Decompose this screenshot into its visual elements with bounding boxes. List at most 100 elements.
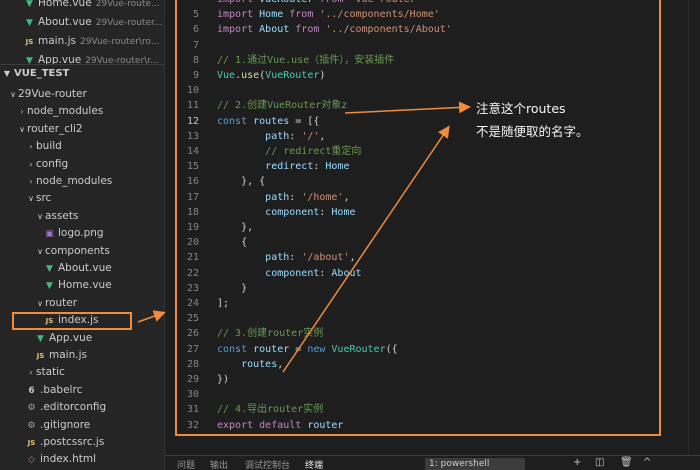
tree-item-label: main.js <box>49 349 87 361</box>
annotation-text-1: 注意这个routes <box>476 101 566 116</box>
tree-item[interactable]: ∨ 29Vue-router <box>0 86 165 103</box>
code-line: 5 import Home from '../components/Home' <box>165 7 655 22</box>
line-number: 12 <box>186 115 199 127</box>
tree-item[interactable]: › node_modules <box>0 103 165 120</box>
line-number: 22 <box>186 267 199 279</box>
explorer-section-header[interactable]: ▼ VUE_TEST <box>0 64 165 82</box>
tree-item[interactable]: JS .postcssrc.js <box>0 434 165 451</box>
line-number: 26 <box>186 328 199 340</box>
js-file-icon: JS <box>25 38 34 46</box>
chevron-up-icon[interactable]: ^ <box>643 457 651 468</box>
terminal-select[interactable]: 1: powershell <box>425 458 525 470</box>
chevron-right-icon: › <box>29 159 33 169</box>
tree-item-label: node_modules <box>27 105 104 118</box>
tree-item[interactable]: JS main.js <box>0 347 165 364</box>
open-editor-item[interactable]: JS main.js 29Vue-router\ro... <box>0 33 165 50</box>
code-line: 8// 1.通过Vue.use（插件），安装插件 <box>165 53 655 68</box>
code-line: 30 <box>165 387 655 402</box>
code-line: import VueRouter from 'vue-router' <box>165 0 655 7</box>
editor-scrollbar[interactable] <box>688 0 700 455</box>
line-number: 11 <box>186 100 199 112</box>
split-icon[interactable]: ◫ <box>595 457 604 468</box>
tree-item-label: .editorconfig <box>40 401 107 414</box>
code-line: 29}) <box>165 372 655 387</box>
line-number: 13 <box>186 130 199 142</box>
tree-item[interactable]: › node_modules <box>0 173 165 190</box>
tree-item[interactable]: ▼ About.vue <box>0 260 165 277</box>
tab-terminal[interactable]: 终端 <box>305 458 323 470</box>
code-line: 20 { <box>165 235 655 250</box>
tree-item[interactable]: ▣ logo.png <box>0 225 165 242</box>
html-file-icon: ◇ <box>28 455 35 466</box>
tree-item-label: src <box>36 192 52 205</box>
code-line: 24]; <box>165 296 655 311</box>
code-line: 9 Vue.use(VueRouter) <box>165 68 655 83</box>
open-editor-name: Home.vue <box>38 0 92 9</box>
tree-item[interactable]: ▼ App.vue <box>0 330 165 347</box>
chevron-down-icon: ∨ <box>37 211 43 221</box>
code-line: 31// 4.导出router实例 <box>165 402 655 417</box>
tree-item[interactable]: ⚙ .editorconfig <box>0 399 165 416</box>
tree-item[interactable]: › static <box>0 364 165 381</box>
tree-item-label: node_modules <box>36 175 113 187</box>
chevron-down-icon: ∨ <box>10 90 16 99</box>
tree-item[interactable]: ∨ router_cli2 <box>0 121 165 138</box>
chevron-right-icon: › <box>29 368 33 378</box>
open-editor-item[interactable]: ▼ Home.vue 29Vue-route... <box>0 0 165 12</box>
tree-item[interactable]: ◇ index.html <box>0 451 165 468</box>
tree-item-label: config <box>36 157 69 170</box>
tree-item[interactable]: ▼ Home.vue <box>0 277 165 294</box>
line-number: 10 <box>186 85 199 97</box>
chevron-down-icon: ∨ <box>28 194 34 204</box>
chevron-right-icon: › <box>20 107 24 117</box>
code-line: 7 <box>165 38 655 53</box>
line-number: 21 <box>186 252 199 264</box>
js-file-icon: JS <box>36 352 45 360</box>
tree-item-label: assets <box>45 209 79 222</box>
code-line: 17 path: '/home', <box>165 190 655 205</box>
code-line: 25 <box>165 311 655 326</box>
tree-item[interactable]: › config <box>0 156 165 173</box>
tree-item-label: index.html <box>40 453 96 466</box>
vue-file-icon: ▼ <box>26 18 33 28</box>
tree-item[interactable]: ∨ router <box>0 295 165 312</box>
plus-icon[interactable]: + <box>573 457 581 468</box>
open-editor-path: 29Vue-router\ro... <box>79 37 160 47</box>
tree-item[interactable]: ∨ components <box>0 243 165 260</box>
chevron-down-icon: ∨ <box>37 246 43 256</box>
explorer-sidebar: ▼ Home.vue 29Vue-route... ▼ About.vue 29Vue-r… <box>0 0 165 470</box>
line-number: 25 <box>186 313 199 325</box>
code-line: 22 component: About <box>165 266 655 281</box>
section-title: VUE_TEST <box>14 68 70 79</box>
tab-debug-console[interactable]: 调试控制台 <box>245 458 290 470</box>
chevron-right-icon: › <box>29 177 33 186</box>
tree-item-label: logo.png <box>58 227 104 240</box>
tree-item[interactable]: 6 .babelrc <box>0 382 165 399</box>
chevron-down-icon: ∨ <box>19 124 25 134</box>
line-number: 31 <box>186 404 199 416</box>
open-editor-item[interactable]: ▼ About.vue 29Vue-router... <box>0 14 165 31</box>
highlight-box <box>12 312 132 330</box>
line-number: 5 <box>192 9 199 21</box>
line-number: 30 <box>186 389 199 401</box>
trash-icon[interactable]: 🗑 <box>620 457 633 468</box>
babel-file-icon: 6 <box>28 385 35 396</box>
chevron-right-icon: › <box>29 142 33 152</box>
line-number: 9 <box>192 70 199 81</box>
tab-problems[interactable]: 问题 <box>177 458 195 470</box>
open-editor-name: About.vue <box>38 16 92 28</box>
tree-item[interactable]: ⚙ .gitignore <box>0 417 165 434</box>
tree-item[interactable]: ∨ assets <box>0 208 165 225</box>
tree-item-label: components <box>45 244 110 257</box>
js-file-icon: JS <box>27 439 36 447</box>
line-number: 15 <box>186 161 199 173</box>
code-editor[interactable]: import VueRouter from 'vue-router'5impor… <box>165 0 700 455</box>
tab-output[interactable]: 输出 <box>210 458 228 470</box>
tree-item[interactable]: ∨ src <box>0 190 165 207</box>
code-line: 23 } <box>165 281 655 296</box>
line-number: 18 <box>186 206 199 218</box>
line-number: 19 <box>186 222 199 233</box>
tree-item[interactable]: › build <box>0 138 165 155</box>
line-number: 27 <box>186 343 199 355</box>
tree-item-label: .postcssrc.js <box>40 436 105 448</box>
